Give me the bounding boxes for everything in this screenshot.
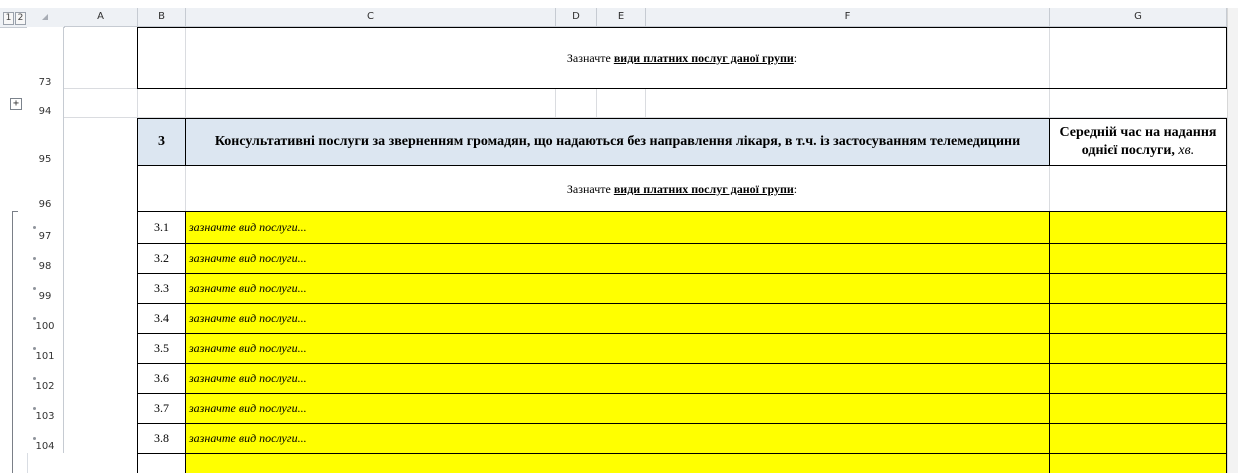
item-time-cell[interactable] bbox=[1049, 363, 1227, 394]
item-name-cell[interactable]: зазначте вид послуги... bbox=[185, 393, 1050, 424]
vertical-scrollbar-edge[interactable] bbox=[1227, 8, 1238, 473]
item-time-cell[interactable] bbox=[1049, 333, 1227, 364]
item-name-cell[interactable]: зазначте вид послуги... bbox=[185, 363, 1050, 394]
column-header-c[interactable]: C bbox=[186, 8, 556, 27]
item-name-cell[interactable]: зазначте вид послуги... bbox=[185, 423, 1050, 454]
item-time-cell[interactable] bbox=[1049, 423, 1227, 454]
outline-level-1-button[interactable]: 1 bbox=[3, 12, 14, 25]
item-name-cell[interactable]: зазначте вид послуги... bbox=[185, 333, 1050, 364]
item-num-cell[interactable]: 3.1 bbox=[137, 211, 186, 244]
column-header-f[interactable]: F bbox=[646, 8, 1050, 27]
row-header-94[interactable]: 94 bbox=[27, 89, 64, 118]
instruction-cell-top[interactable]: Зазначте види платних послуг даної групи… bbox=[137, 27, 1227, 89]
item-name-cell[interactable]: зазначте вид послуги... bbox=[185, 211, 1050, 244]
column-header-e[interactable]: E bbox=[597, 8, 646, 27]
outline-gutter bbox=[0, 8, 28, 473]
select-all-triangle-icon bbox=[42, 14, 48, 20]
avg-time-line2: однієї послуги, bbox=[1081, 143, 1179, 158]
instruction-emphasis-2: види платних послуг даної групи bbox=[613, 181, 794, 196]
instruction-suffix-2: : bbox=[793, 181, 798, 196]
section-title-cell[interactable]: Консультативні послуги за зверненням гро… bbox=[185, 118, 1050, 166]
instruction-emphasis: види платних послуг даної групи bbox=[613, 50, 794, 65]
item-name-cell[interactable]: зазначте вид послуги... bbox=[185, 243, 1050, 274]
item-num-cell[interactable]: 3.4 bbox=[137, 303, 186, 334]
avg-time-line1: Середній час на надання bbox=[1059, 125, 1217, 140]
column-header-g[interactable]: G bbox=[1050, 8, 1227, 27]
expand-group-plus-icon[interactable]: + bbox=[10, 98, 22, 110]
row-header-96[interactable]: 96 bbox=[27, 166, 64, 211]
outline-level-2-button[interactable]: 2 bbox=[15, 12, 26, 25]
item-name-cell[interactable]: зазначте вид послуги... bbox=[185, 303, 1050, 334]
item-time-cell-partial[interactable] bbox=[1049, 453, 1227, 473]
instruction-suffix: : bbox=[793, 50, 798, 65]
avg-time-header-cell[interactable]: Середній час на надання однієї послуги, … bbox=[1049, 118, 1227, 166]
instruction-prefix-2: Зазначте bbox=[566, 181, 611, 196]
item-num-cell[interactable]: 3.3 bbox=[137, 273, 186, 304]
row-header-73[interactable]: 73 bbox=[27, 27, 64, 89]
item-time-cell[interactable] bbox=[1049, 243, 1227, 274]
instruction-cell-section[interactable]: Зазначте види платних послуг даної групи… bbox=[137, 165, 1227, 212]
row-header-95[interactable]: 95 bbox=[27, 118, 64, 166]
item-name-cell[interactable]: зазначте вид послуги... bbox=[185, 273, 1050, 304]
item-num-cell[interactable]: 3.6 bbox=[137, 363, 186, 394]
avg-time-line2-wrap: однієї послуги, хв. bbox=[1082, 142, 1194, 160]
column-header-d[interactable]: D bbox=[556, 8, 597, 27]
column-header-b[interactable]: B bbox=[138, 8, 186, 27]
section-number-cell[interactable]: 3 bbox=[137, 118, 186, 166]
spreadsheet: 1 2 A B C D E F G 73 94 95 96 97 98 99 1… bbox=[0, 0, 1238, 473]
item-num-cell-partial[interactable] bbox=[137, 453, 186, 473]
avg-time-unit: хв. bbox=[1178, 143, 1195, 158]
item-time-cell[interactable] bbox=[1049, 393, 1227, 424]
item-num-cell[interactable]: 3.7 bbox=[137, 393, 186, 424]
item-time-cell[interactable] bbox=[1049, 211, 1227, 244]
item-num-cell[interactable]: 3.8 bbox=[137, 423, 186, 454]
item-num-cell[interactable]: 3.2 bbox=[137, 243, 186, 274]
item-time-cell[interactable] bbox=[1049, 273, 1227, 304]
item-time-cell[interactable] bbox=[1049, 303, 1227, 334]
column-header-a[interactable]: A bbox=[64, 8, 138, 27]
item-name-cell-partial[interactable] bbox=[185, 453, 1050, 473]
instruction-prefix: Зазначте bbox=[566, 50, 611, 65]
item-num-cell[interactable]: 3.5 bbox=[137, 333, 186, 364]
